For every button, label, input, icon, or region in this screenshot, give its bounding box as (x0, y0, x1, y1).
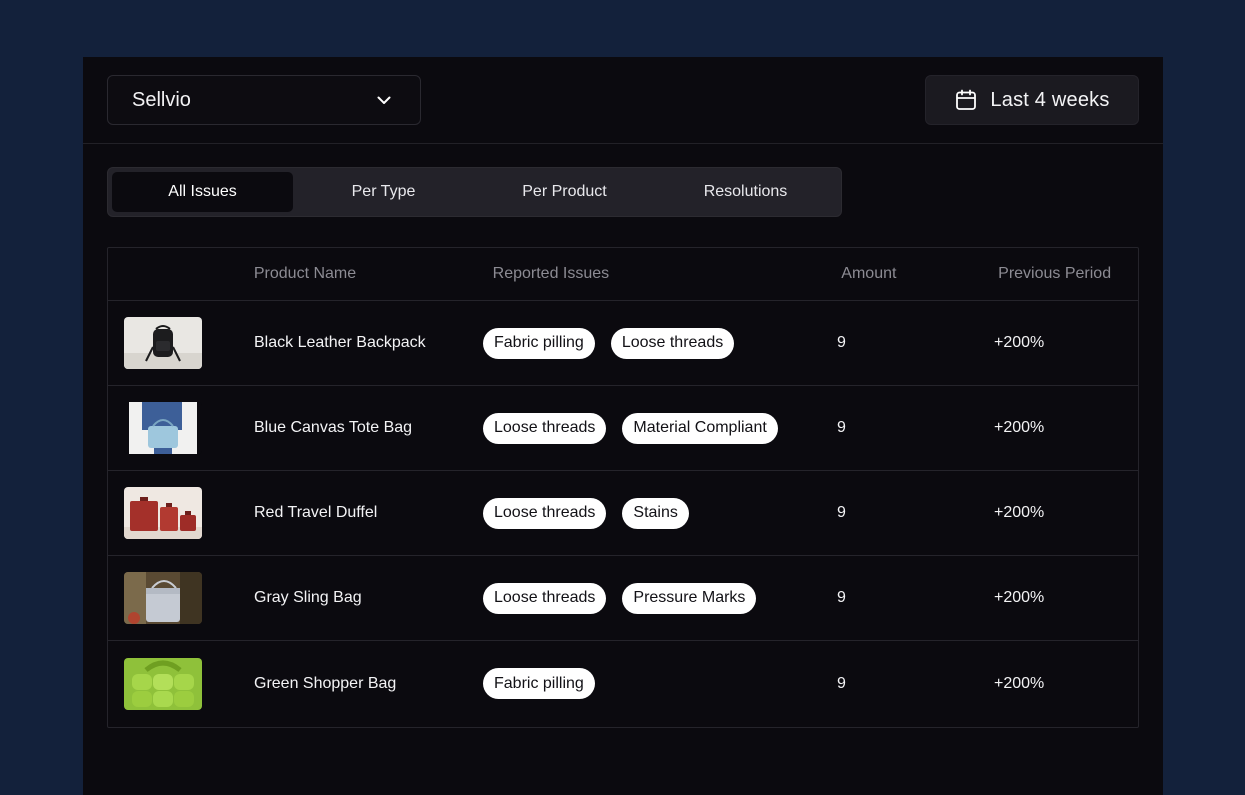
top-bar: Sellvio Last 4 weeks (83, 57, 1163, 144)
product-name: Black Leather Backpack (254, 334, 426, 351)
issue-chip: Loose threads (483, 582, 607, 614)
issue-chip: Loose threads (483, 412, 607, 444)
previous-period: +200% (994, 334, 1045, 351)
issue-tabs: All Issues Per Type Per Product Resoluti… (107, 167, 842, 217)
column-header-reported-issues: Reported Issues (492, 265, 610, 282)
issue-chip: Pressure Marks (622, 582, 757, 614)
table-row[interactable]: Red Travel Duffel Loose threads Stains 9… (108, 471, 1138, 556)
table-row[interactable]: Green Shopper Bag Fabric pilling 9 +200% (108, 641, 1138, 726)
date-range-button[interactable]: Last 4 weeks (925, 75, 1139, 125)
store-select[interactable]: Sellvio (107, 75, 421, 125)
table-header: Product Name Reported Issues Amount Prev… (108, 248, 1138, 301)
amount: 9 (837, 334, 846, 351)
issues-panel: Sellvio Last 4 weeks All Issues Per Type… (83, 57, 1163, 795)
blue-tote-image (124, 402, 202, 454)
issue-chip: Stains (622, 497, 689, 529)
reported-issues: Loose threads Stains (483, 497, 837, 529)
green-shopper-image (124, 657, 202, 710)
product-name: Gray Sling Bag (254, 589, 362, 606)
tab-per-product[interactable]: Per Product (474, 172, 655, 212)
previous-period: +200% (994, 589, 1045, 606)
gray-sling-image (124, 572, 202, 624)
red-duffel-image (124, 487, 202, 539)
previous-period: +200% (994, 419, 1045, 436)
table-row[interactable]: Gray Sling Bag Loose threads Pressure Ma… (108, 556, 1138, 641)
issue-chip: Loose threads (483, 497, 607, 529)
column-header-product-name: Product Name (253, 265, 357, 282)
reported-issues: Fabric pilling (483, 668, 837, 699)
issue-chip: Fabric pilling (483, 668, 595, 699)
issue-chip: Material Compliant (622, 412, 778, 444)
issue-chip: Loose threads (610, 327, 735, 359)
amount: 9 (837, 419, 846, 436)
issues-table: Product Name Reported Issues Amount Prev… (107, 247, 1139, 728)
chevron-down-icon (377, 96, 391, 104)
date-range-label: Last 4 weeks (990, 88, 1110, 111)
calendar-icon (956, 89, 977, 110)
table-row[interactable]: Blue Canvas Tote Bag Loose threads Mater… (108, 386, 1138, 471)
black-backpack-image (124, 317, 202, 369)
previous-period: +200% (994, 504, 1045, 521)
previous-period: +200% (994, 674, 1045, 692)
amount: 9 (837, 674, 846, 692)
table-row[interactable]: Black Leather Backpack Fabric pilling Lo… (108, 301, 1138, 386)
reported-issues: Fabric pilling Loose threads (483, 327, 837, 359)
product-name: Blue Canvas Tote Bag (254, 419, 413, 436)
amount: 9 (837, 589, 846, 606)
reported-issues: Loose threads Material Compliant (483, 412, 837, 444)
amount: 9 (837, 504, 846, 521)
issue-chip: Fabric pilling (483, 327, 595, 359)
reported-issues: Loose threads Pressure Marks (483, 582, 837, 614)
column-header-amount: Amount (841, 265, 897, 282)
tab-resolutions[interactable]: Resolutions (655, 172, 836, 212)
product-name: Green Shopper Bag (254, 674, 397, 692)
tab-all-issues[interactable]: All Issues (112, 172, 293, 212)
tab-per-type[interactable]: Per Type (293, 172, 474, 212)
store-select-value: Sellvio (132, 88, 191, 111)
column-header-previous-period: Previous Period (998, 265, 1112, 282)
product-name: Red Travel Duffel (254, 504, 378, 521)
